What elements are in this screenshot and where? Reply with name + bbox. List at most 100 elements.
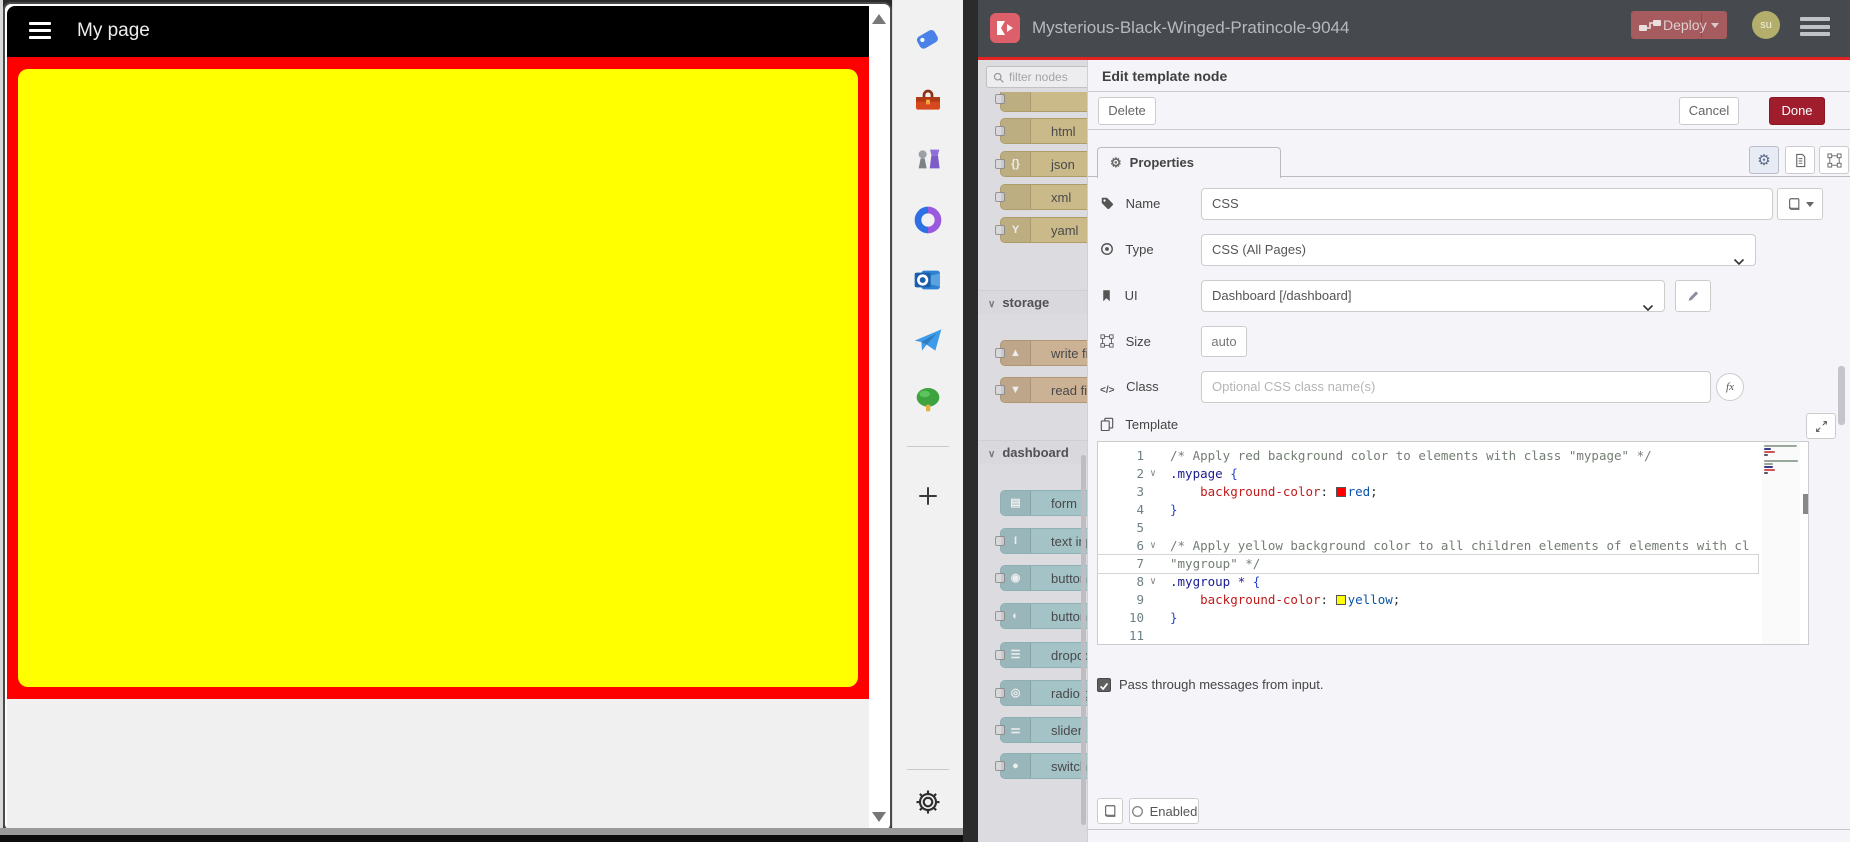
palette-filter-input[interactable]: filter nodes xyxy=(986,66,1087,88)
palette-filter-bar: filter nodes xyxy=(978,60,1087,92)
palette-node-xml[interactable]: xml xyxy=(995,184,1087,210)
deploy-dropdown-icon[interactable] xyxy=(1711,23,1719,28)
palette-section-storage[interactable]: ∨ storage xyxy=(978,290,1087,314)
size-icon xyxy=(1100,334,1114,348)
node-label: write file xyxy=(1051,346,1087,361)
dashboard-scrollbar[interactable] xyxy=(869,6,890,830)
type-select[interactable]: CSS (All Pages) xyxy=(1201,234,1756,266)
tree-icon[interactable] xyxy=(909,381,947,419)
tab-properties[interactable]: ⚙ Properties xyxy=(1097,147,1281,178)
pencil-icon xyxy=(1688,291,1699,301)
fold-icon[interactable]: ∨ xyxy=(1150,465,1156,483)
scroll-down-icon[interactable] xyxy=(872,812,886,822)
node-icon: I xyxy=(1001,529,1031,553)
class-input[interactable]: Optional CSS class name(s) xyxy=(1201,371,1711,403)
code-line-9: 9 background-color: yellow; xyxy=(1098,591,1758,609)
minimap-line xyxy=(1764,451,1775,453)
palette-section-dashboard[interactable]: ∨ dashboard xyxy=(978,440,1087,464)
appearance-tab-button[interactable] xyxy=(1819,146,1849,174)
ui-select[interactable]: Dashboard [/dashboard] xyxy=(1201,280,1665,312)
plus-icon[interactable] xyxy=(909,477,947,515)
deploy-button[interactable]: Deploy xyxy=(1631,11,1727,39)
palette-node-yaml[interactable]: Yyaml xyxy=(995,217,1087,243)
palette-node-button[interactable]: ◉ button xyxy=(995,565,1087,591)
code-line-4: 4} xyxy=(1098,501,1758,519)
line-number: 6 xyxy=(1136,538,1144,553)
palette-node-text-input[interactable]: Itext input xyxy=(995,528,1087,554)
toolbox-icon[interactable] xyxy=(909,82,947,120)
editor-minimap xyxy=(1762,442,1800,644)
line-number: 3 xyxy=(1136,484,1144,499)
minimap-line xyxy=(1764,448,1771,450)
launcher-divider xyxy=(907,769,949,770)
color-swatch[interactable] xyxy=(1335,595,1346,605)
minimap-line xyxy=(1764,463,1773,465)
tray-scrollbar[interactable] xyxy=(1838,366,1845,425)
node-icon: ▲ xyxy=(1001,341,1031,365)
code-line-2: 2 ∨ .mypage { xyxy=(1098,465,1758,483)
minimap-line xyxy=(1764,466,1773,468)
size-auto-button[interactable]: auto xyxy=(1201,326,1247,357)
template-code-editor[interactable]: 1/* Apply red background color to elemen… xyxy=(1097,441,1809,645)
fold-icon[interactable]: ∨ xyxy=(1150,573,1156,591)
scroll-up-icon[interactable] xyxy=(872,14,886,24)
document-icon xyxy=(1795,153,1805,167)
palette-node-write-file[interactable]: ▲ write file xyxy=(995,340,1087,366)
library-dropdown-button[interactable] xyxy=(1777,188,1823,220)
fx-button[interactable]: fx xyxy=(1716,373,1744,401)
palette-node-button-group[interactable]: ◐button group xyxy=(995,603,1087,629)
name-label: Name xyxy=(1100,196,1160,211)
node-label: html xyxy=(1051,124,1076,139)
name-input[interactable]: CSS xyxy=(1201,188,1773,220)
minimap-line xyxy=(1764,454,1768,456)
node-icon: ◎ xyxy=(1001,681,1031,705)
description-tab-button[interactable] xyxy=(1785,146,1815,174)
node-icon: Y xyxy=(1001,218,1031,242)
dialog-title: Edit template node xyxy=(1088,60,1850,92)
cancel-button[interactable]: Cancel xyxy=(1679,97,1739,125)
enabled-toggle-button[interactable]: Enabled xyxy=(1129,798,1199,824)
dashboard-group xyxy=(18,69,858,687)
palette-node-form[interactable]: ▤ form xyxy=(1000,490,1087,516)
code-line-3: 3 background-color: red; xyxy=(1098,483,1758,501)
expand-editor-button[interactable] xyxy=(1806,413,1836,439)
palette-scrollbar[interactable] xyxy=(1081,455,1086,825)
telegram-icon[interactable] xyxy=(909,321,947,359)
code-icon: </> xyxy=(1100,385,1115,396)
palette-node-radio-group[interactable]: ◎radio group xyxy=(995,680,1087,706)
line-number: 5 xyxy=(1136,520,1144,535)
properties-tab-button[interactable]: ⚙ xyxy=(1749,146,1779,174)
passthrough-checkbox[interactable] xyxy=(1097,678,1111,692)
done-button[interactable]: Done xyxy=(1769,97,1825,125)
dashboard-page-background xyxy=(7,57,869,699)
tag-icon[interactable] xyxy=(909,20,947,58)
minimap-line xyxy=(1764,469,1775,471)
delete-button[interactable]: Delete xyxy=(1098,97,1156,125)
palette-node-switch[interactable]: ● switch xyxy=(995,753,1087,779)
palette-node-html[interactable]: html xyxy=(995,118,1087,144)
code-line-6: 6 ∨/* Apply yellow background color to al… xyxy=(1098,537,1758,555)
loop-icon[interactable] xyxy=(909,201,947,239)
gear-icon[interactable] xyxy=(909,783,947,821)
palette-node-json[interactable]: {} json xyxy=(995,151,1087,177)
fold-icon[interactable]: ∨ xyxy=(1150,537,1156,555)
outlook-icon[interactable] xyxy=(909,261,947,299)
palette-node-read-file[interactable]: ▼ read file xyxy=(995,377,1087,403)
node-icon: ☰ xyxy=(1001,643,1031,667)
palette-node-slider[interactable]: ⚌ slider xyxy=(995,717,1087,743)
user-avatar[interactable]: su xyxy=(1752,11,1780,39)
code-line-8: 8 ∨ .mygroup * { xyxy=(1098,573,1758,591)
main-menu-icon[interactable] xyxy=(1800,17,1830,41)
edit-ui-button[interactable] xyxy=(1675,280,1711,312)
type-label: Type xyxy=(1100,242,1154,257)
library-button[interactable] xyxy=(1097,798,1123,824)
ui-label: UI xyxy=(1100,288,1138,303)
hamburger-icon[interactable] xyxy=(29,22,51,40)
chess-icon[interactable] xyxy=(909,140,947,178)
palette-node-dropdown[interactable]: ☰dropdown xyxy=(995,642,1087,668)
code-line-7: 7 "mygroup" */ xyxy=(1098,554,1759,574)
chevron-down-icon: ∨ xyxy=(988,449,996,460)
color-swatch[interactable] xyxy=(1335,487,1346,497)
editor-scrollbar[interactable] xyxy=(1803,494,1808,514)
node-icon: ▼ xyxy=(1001,378,1031,402)
